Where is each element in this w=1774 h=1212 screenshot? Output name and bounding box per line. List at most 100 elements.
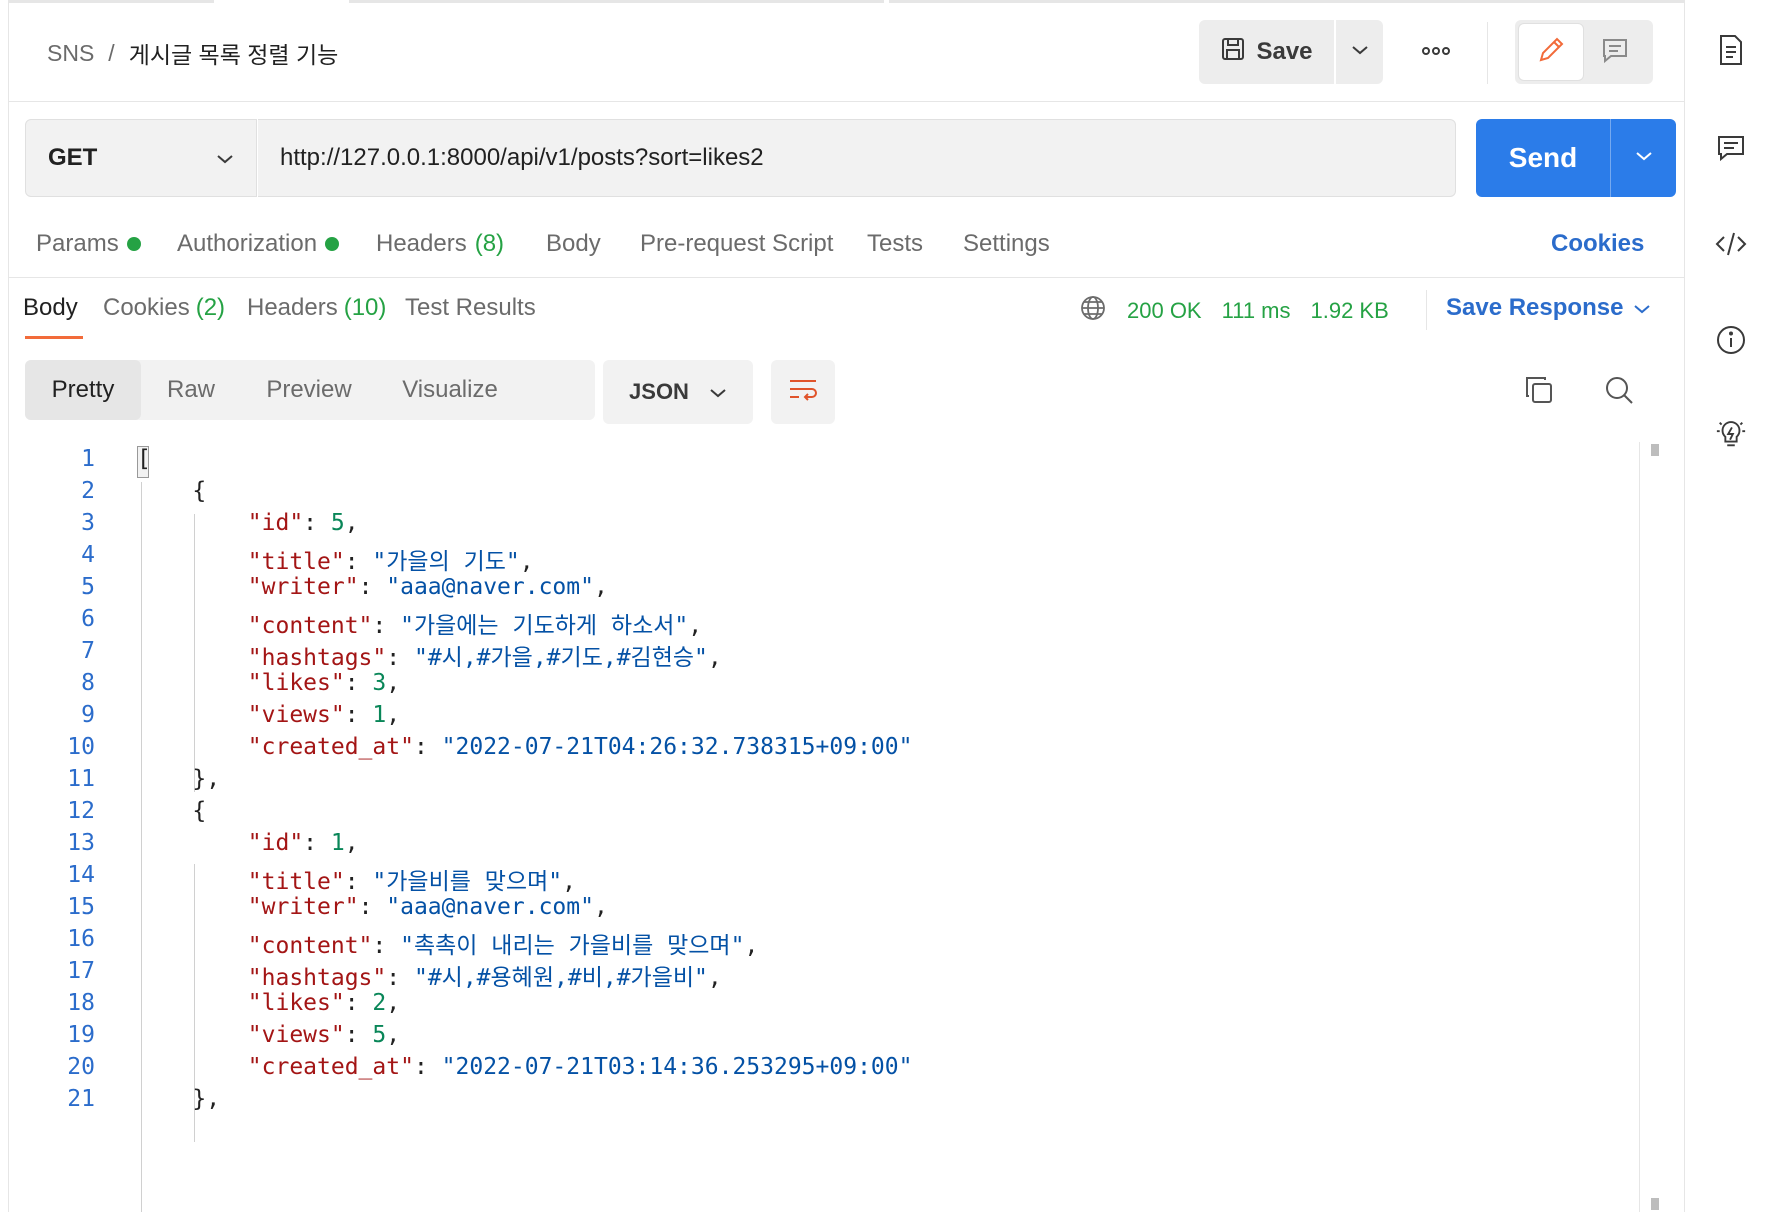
line-number: 8 xyxy=(81,670,95,696)
copy-button[interactable] xyxy=(1519,372,1559,412)
tab-headers[interactable]: Headers (8) xyxy=(376,230,504,258)
url-input[interactable]: http://127.0.0.1:8000/api/v1/posts?sort=… xyxy=(258,119,1456,197)
json-string: "가을에는 기도하게 하소서" xyxy=(400,613,689,639)
params-indicator-dot xyxy=(126,237,141,251)
code-line: { xyxy=(137,798,207,824)
cookies-link[interactable]: Cookies xyxy=(1551,230,1644,258)
code-icon[interactable] xyxy=(1715,228,1747,260)
code-line: "title": "가을비를 맞으며", xyxy=(247,869,576,895)
tab-authorization[interactable]: Authorization xyxy=(177,230,340,258)
code-line: "writer": "aaa@naver.com", xyxy=(247,894,608,920)
view-preview[interactable]: Preview xyxy=(241,360,377,420)
line-number: 6 xyxy=(81,606,95,632)
line-number: 7 xyxy=(81,638,95,664)
breadcrumb: SNS / 게시글 목록 정렬 기능 xyxy=(47,36,338,70)
tab-settings-label: Settings xyxy=(963,230,1050,257)
editor-scrollbar-track[interactable] xyxy=(1639,442,1640,1212)
more-actions-button[interactable] xyxy=(1411,30,1461,74)
tab-response-body-label: Body xyxy=(23,294,78,321)
status-divider xyxy=(1426,290,1427,330)
line-number: 9 xyxy=(81,702,95,728)
json-string: "aaa@naver.com" xyxy=(386,574,594,600)
comment-mode-button[interactable] xyxy=(1583,24,1647,80)
code-line: "id": 1, xyxy=(247,830,359,856)
line-number: 15 xyxy=(67,894,95,920)
response-size[interactable]: 1.92 KB xyxy=(1311,298,1389,324)
request-name[interactable]: 게시글 목록 정렬 기능 xyxy=(129,36,339,70)
line-number: 13 xyxy=(67,830,95,856)
line-number: 12 xyxy=(67,798,95,824)
save-button[interactable]: Save xyxy=(1199,20,1334,84)
json-string: "2022-07-21T03:14:36.253295+09:00" xyxy=(441,1054,913,1080)
code-line: "writer": "aaa@naver.com", xyxy=(247,574,608,600)
tab-settings[interactable]: Settings xyxy=(963,230,1050,258)
json-number: 5 xyxy=(372,1022,387,1048)
json-key: "created_at" xyxy=(247,1054,414,1080)
breadcrumb-collection[interactable]: SNS xyxy=(47,40,94,67)
edit-mode-button[interactable] xyxy=(1519,24,1583,80)
save-label: Save xyxy=(1256,38,1313,65)
json-number: 1 xyxy=(372,702,387,728)
line-number: 21 xyxy=(67,1086,95,1112)
json-number: 2 xyxy=(372,990,387,1016)
view-visualize[interactable]: Visualize xyxy=(377,360,523,420)
response-time[interactable]: 111 ms xyxy=(1222,298,1291,324)
json-string: "aaa@naver.com" xyxy=(386,894,594,920)
chevron-down-icon xyxy=(216,144,234,172)
response-status: 200 OK 111 ms 1.92 KB xyxy=(1079,294,1389,328)
json-string: "가을의 기도" xyxy=(372,549,520,575)
response-body-editor[interactable]: 1 2 3 4 5 6 7 8 9 10 11 12 13 14 15 16 1… xyxy=(9,442,1655,1212)
tab-body[interactable]: Body xyxy=(546,230,601,258)
json-string: "2022-07-21T04:26:32.738315+09:00" xyxy=(441,734,913,760)
code-line: "views": 1, xyxy=(247,702,401,728)
status-code[interactable]: 200 OK xyxy=(1127,298,1202,324)
code-line: "content": "가을에는 기도하게 하소서", xyxy=(247,613,703,639)
scrollbar-marker-bottom[interactable] xyxy=(1651,1198,1659,1210)
line-number: 4 xyxy=(81,542,95,568)
info-icon[interactable] xyxy=(1715,324,1747,356)
globe-icon[interactable] xyxy=(1079,294,1107,328)
tab-response-cookies[interactable]: Cookies (2) xyxy=(103,294,225,322)
documentation-icon[interactable] xyxy=(1715,34,1747,66)
wrap-lines-button[interactable] xyxy=(771,360,835,424)
search-button[interactable] xyxy=(1599,372,1639,412)
comments-icon[interactable] xyxy=(1715,132,1747,164)
header-divider xyxy=(1487,22,1488,84)
scrollbar-marker-top[interactable] xyxy=(1651,444,1659,456)
tab-params[interactable]: Params xyxy=(36,230,141,258)
line-number: 16 xyxy=(67,926,95,952)
view-raw[interactable]: Raw xyxy=(141,360,241,420)
lightbulb-icon[interactable] xyxy=(1715,418,1747,450)
tab-prerequest-script[interactable]: Pre-request Script xyxy=(640,230,833,258)
json-key: "created_at" xyxy=(247,734,414,760)
chevron-down-icon xyxy=(1351,43,1369,61)
right-sidebar xyxy=(1684,0,1774,1212)
json-number: 5 xyxy=(330,510,345,536)
json-number: 1 xyxy=(330,830,345,856)
view-pretty[interactable]: Pretty xyxy=(25,360,141,420)
code-line: "id": 5, xyxy=(247,510,359,536)
line-number: 19 xyxy=(67,1022,95,1048)
tab-prerequest-label: Pre-request Script xyxy=(640,230,834,257)
json-string: "#시,#가을,#기도,#김현승" xyxy=(413,645,708,671)
save-response-button[interactable]: Save Response xyxy=(1446,294,1651,322)
breadcrumb-separator: / xyxy=(108,39,115,66)
json-number: 3 xyxy=(372,670,387,696)
tab-response-headers[interactable]: Headers (10) xyxy=(247,294,386,322)
tab-response-headers-label: Headers xyxy=(247,294,338,321)
save-response-label: Save Response xyxy=(1446,294,1624,321)
send-options-button[interactable] xyxy=(1611,119,1676,197)
json-key: "likes" xyxy=(247,990,345,1016)
view-mode-selector: Pretty Raw Preview Visualize xyxy=(25,360,595,420)
code-line: "likes": 3, xyxy=(247,670,401,696)
tab-tests[interactable]: Tests xyxy=(867,230,923,258)
floppy-disk-icon xyxy=(1220,36,1246,69)
json-key: "id" xyxy=(247,830,304,856)
method-select[interactable]: GET xyxy=(25,119,257,197)
tab-test-results[interactable]: Test Results xyxy=(405,294,536,322)
save-options-button[interactable] xyxy=(1336,20,1383,84)
line-number: 3 xyxy=(81,510,95,536)
format-select[interactable]: JSON xyxy=(603,360,753,424)
tab-response-body[interactable]: Body xyxy=(23,294,78,322)
send-button[interactable]: Send xyxy=(1476,119,1610,197)
